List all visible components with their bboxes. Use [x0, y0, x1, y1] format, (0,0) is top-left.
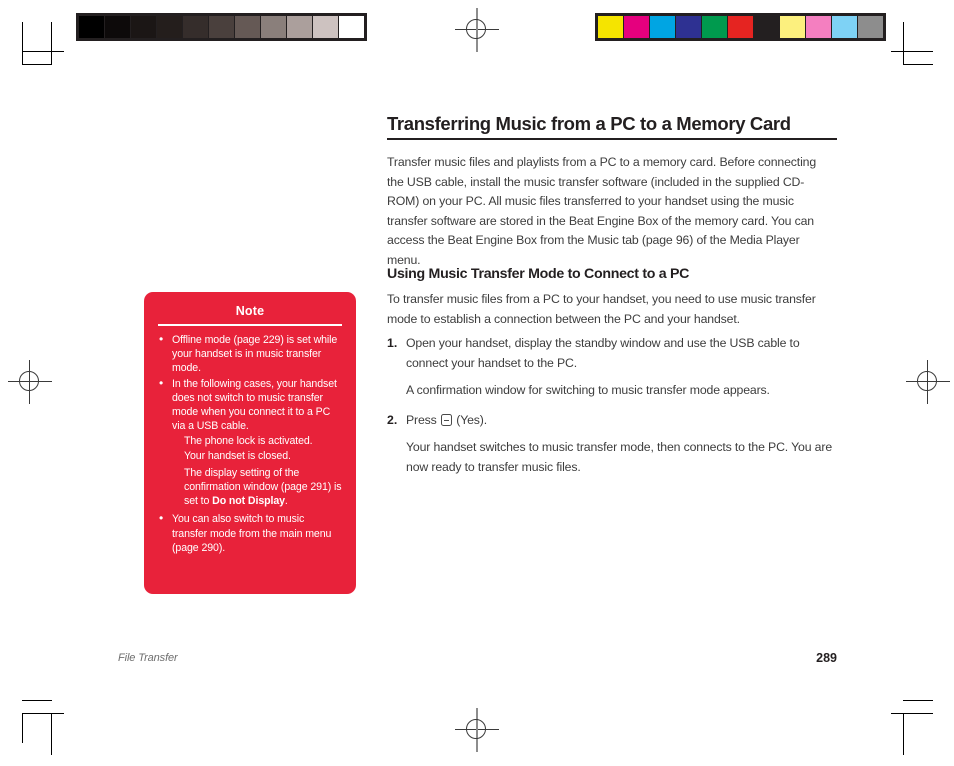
page-content: Transferring Music from a PC to a Memory…	[0, 0, 954, 766]
note-list-item: Offline mode (page 229) is set while you…	[158, 332, 342, 376]
step-text: Press (Yes).	[406, 411, 837, 431]
step-text-before-key: Press	[406, 412, 437, 427]
note-sub-item: The display setting of the confirmation …	[158, 466, 342, 509]
intro-paragraph: Transfer music files and playlists from …	[387, 155, 817, 267]
note-list-item: In the following cases, your handset doe…	[158, 376, 342, 434]
section-heading: Using Music Transfer Mode to Connect to …	[387, 266, 690, 282]
note-sub-item-period: .	[284, 495, 288, 508]
step-text-after-key: (Yes).	[456, 412, 488, 427]
note-sub-item: Your handset is closed.	[184, 449, 291, 462]
note-sub-list: The phone lock is activated. Your handse…	[158, 434, 342, 508]
note-box-list: Offline mode (page 229) is set while you…	[158, 332, 342, 555]
step-item: 2. Press (Yes).	[387, 411, 837, 431]
soft-key-icon	[440, 413, 452, 426]
step-result-text: Your handset switches to music transfer …	[406, 440, 833, 474]
note-box-heading: Note	[235, 304, 265, 318]
step-result-text: A confirmation window for switching to m…	[406, 383, 770, 398]
step-number: 1.	[387, 336, 398, 350]
step-text: Open your handset, display the standby w…	[406, 336, 800, 370]
note-sub-item: The phone lock is activated.	[184, 435, 313, 448]
note-box: Note Offline mode (page 229) is set whil…	[144, 292, 356, 594]
section-intro-paragraph: To transfer music files from a PC to you…	[387, 292, 816, 326]
note-box-divider	[158, 324, 342, 326]
footer-chapter-label: File Transfer	[118, 652, 178, 664]
footer-page-number: 289	[816, 651, 837, 665]
step-number: 2.	[387, 412, 398, 427]
note-list-item: You can also switch to music transfer mo…	[158, 511, 342, 555]
step-item: 1. Open your handset, display the standb…	[387, 334, 837, 373]
note-sub-item-emphasis: Do not Display	[212, 495, 285, 508]
numbered-step-list: 1. Open your handset, display the standb…	[387, 334, 837, 488]
page-title: Transferring Music from a PC to a Memory…	[387, 113, 837, 141]
